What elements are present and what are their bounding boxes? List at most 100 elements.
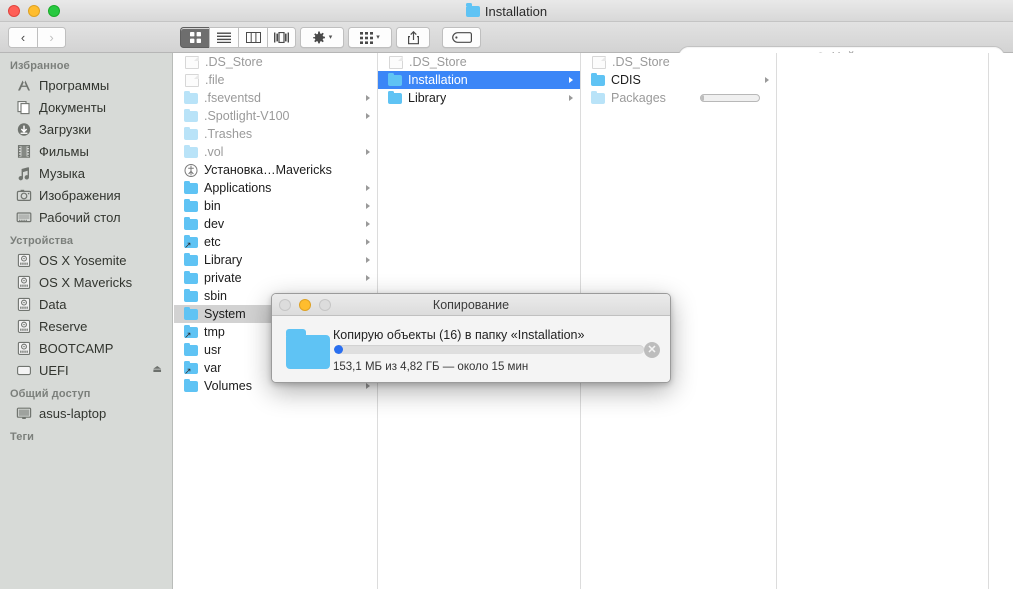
list-view-button[interactable] [209,27,238,48]
disclosure-arrow-icon[interactable] [366,95,370,101]
harddisk-icon [16,253,32,268]
sidebar-item-рабочий-стол[interactable]: Рабочий стол [0,206,172,228]
column-extra[interactable] [989,53,1013,589]
disclosure-arrow-icon[interactable] [366,275,370,281]
nav-buttons: ‹ › [8,27,66,48]
dialog-traffic-lights [279,299,331,311]
file-name: Volumes [204,379,252,393]
file-name: var [204,361,222,375]
sidebar[interactable]: Избранное Программы Документы Загрузки Фильм… [0,53,173,589]
file-row[interactable]: Packages [581,89,776,107]
chevron-down-icon: ▾ [376,34,380,41]
disclosure-arrow-icon[interactable] [366,203,370,209]
file-row[interactable]: .Spotlight-V100 [174,107,377,125]
sidebar-item-os-x-yosemite[interactable]: OS X Yosemite [0,249,172,271]
sidebar-section-header: Устройства [10,235,74,247]
folder-icon [184,144,198,158]
disclosure-arrow-icon[interactable] [366,185,370,191]
file-row[interactable]: CDIS [581,71,776,89]
disclosure-arrow-icon[interactable] [366,239,370,245]
dialog-zoom-button [319,299,331,311]
view-mode-buttons [180,27,296,48]
disclosure-arrow-icon[interactable] [366,149,370,155]
documents-icon [17,100,30,114]
sidebar-item-reserve[interactable]: Reserve [0,315,172,337]
toolbar: ‹ › ▾ ▾ [0,22,1013,68]
sidebar-item-os-x-mavericks[interactable]: OS X Mavericks [0,271,172,293]
file-row[interactable]: .Trashes [174,125,377,143]
harddisk-icon [17,319,31,333]
file-row[interactable]: .DS_Store [174,53,377,71]
pictures-icon [16,188,32,203]
forward-button[interactable]: › [37,27,66,48]
disclosure-arrow-icon[interactable] [366,221,370,227]
harddisk-icon [17,341,31,355]
file-row[interactable]: private [174,269,377,287]
folder-icon [184,342,198,356]
arrange-menu-button[interactable]: ▾ [348,27,392,48]
icon-view-button[interactable] [180,27,209,48]
eject-icon[interactable]: ⏏ [153,364,162,375]
action-menu-button[interactable]: ▾ [300,27,344,48]
sidebar-item-label: Рабочий стол [39,209,121,225]
file-name: System [204,307,246,321]
sidebar-item-data[interactable]: Data [0,293,172,315]
file-row[interactable]: .DS_Store [581,53,776,71]
file-row[interactable]: Installation [378,71,580,89]
sidebar-item-изображения[interactable]: Изображения [0,184,172,206]
dialog-close-button [279,299,291,311]
file-name: Установка…Mavericks [204,163,332,177]
column-preview[interactable] [777,53,989,589]
sidebar-item-фильмы[interactable]: Фильмы [0,140,172,162]
dialog-minimize-button[interactable] [299,299,311,311]
sidebar-item-label: Фильмы [39,143,89,159]
file-row[interactable]: .vol [174,143,377,161]
disclosure-arrow-icon[interactable] [569,77,573,83]
copy-progress-bar [334,345,644,354]
sidebar-item-label: Документы [39,99,107,115]
desktop-icon [16,210,32,225]
sidebar-item-музыка[interactable]: Музыка [0,162,172,184]
file-icon [389,55,403,69]
file-name: .DS_Store [205,55,263,69]
movies-icon [16,144,32,159]
sidebar-item-label: Reserve [39,318,88,334]
sidebar-item-загрузки[interactable]: Загрузки [0,118,172,140]
file-row[interactable]: Applications [174,179,377,197]
sidebar-item-asus-laptop[interactable]: asus-laptop [0,402,172,424]
folder-icon [591,72,605,86]
coverflow-view-button[interactable] [267,27,296,48]
file-name: dev [204,217,225,231]
sidebar-item-label: UEFI [39,362,69,378]
file-row[interactable]: .fseventsd [174,89,377,107]
sidebar-item-uefi[interactable]: UEFI ⏏ [0,359,172,381]
file-row[interactable]: .DS_Store [378,53,580,71]
column-view-button[interactable] [238,27,267,48]
item-progress-bar [700,94,760,102]
file-row[interactable]: Library [378,89,580,107]
file-row[interactable]: .file [174,71,377,89]
disclosure-arrow-icon[interactable] [366,257,370,263]
disclosure-arrow-icon[interactable] [765,77,769,83]
back-button[interactable]: ‹ [8,27,37,48]
file-row[interactable]: dev [174,215,377,233]
disclosure-arrow-icon[interactable] [366,383,370,389]
applications-icon [16,78,32,93]
disclosure-arrow-icon[interactable] [569,95,573,101]
disclosure-arrow-icon[interactable] [366,113,370,119]
file-row[interactable]: bin [174,197,377,215]
sidebar-item-label: Data [39,296,67,312]
file-row[interactable]: Library [174,251,377,269]
share-button[interactable] [396,27,430,48]
copy-progress-fill [334,345,344,354]
sidebar-item-bootcamp[interactable]: BOOTCAMP [0,337,172,359]
file-row[interactable]: ↗ etc [174,233,377,251]
copy-progress-dialog[interactable]: Копирование Копирую объекты (16) в папку… [271,293,671,383]
tag-button[interactable] [442,27,481,48]
folder-alias-icon: ↗ [184,360,198,376]
sidebar-item-документы[interactable]: Документы [0,96,172,118]
sidebar-item-программы[interactable]: Программы [0,74,172,96]
file-row[interactable]: Установка…Mavericks [174,161,377,179]
cancel-copy-button[interactable]: ✕ [644,342,660,358]
window-title-group: Installation [0,0,1013,22]
